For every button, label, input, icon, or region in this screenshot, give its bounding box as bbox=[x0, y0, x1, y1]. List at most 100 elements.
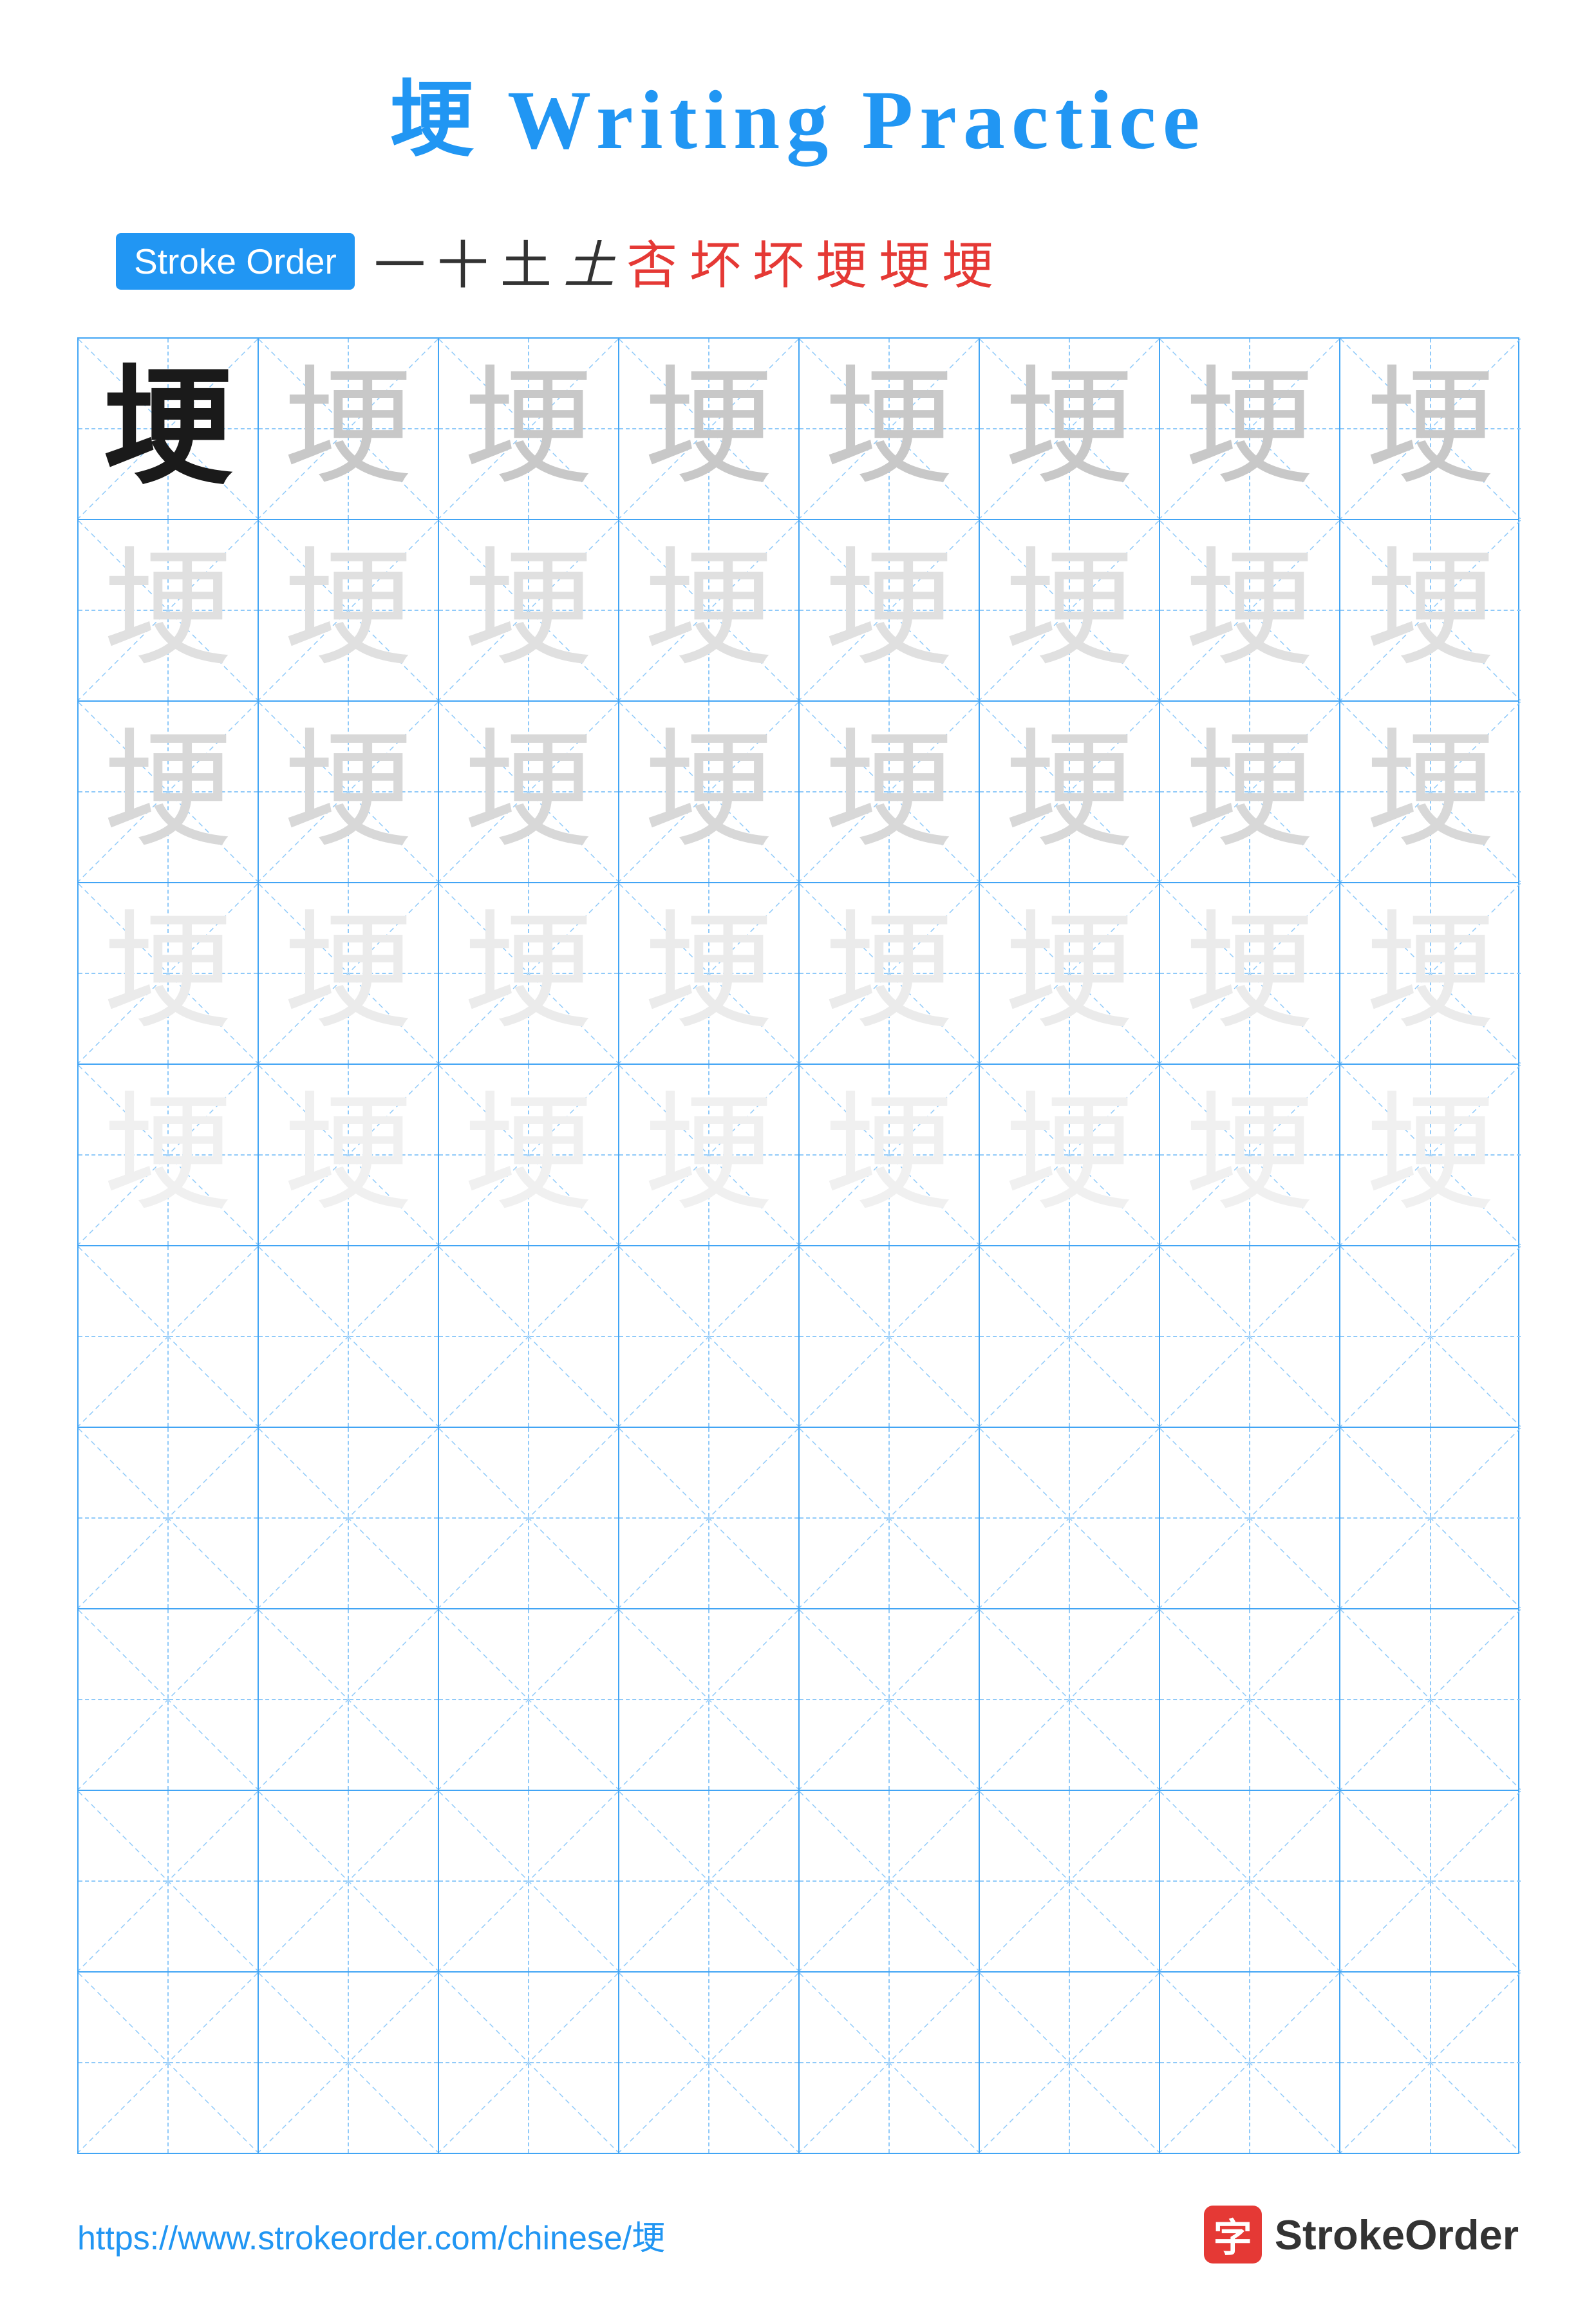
char-display: 埂 bbox=[1004, 546, 1133, 675]
grid-cell: 埂 bbox=[980, 1065, 1160, 1245]
grid-cell: 埂 bbox=[79, 339, 259, 519]
char-display: 埂 bbox=[464, 909, 592, 1038]
grid-cell: 埂 bbox=[1340, 339, 1521, 519]
grid-row-8 bbox=[79, 1609, 1518, 1791]
char-display: 埂 bbox=[1185, 546, 1313, 675]
grid-cell: 埂 bbox=[619, 883, 800, 1064]
char-display: 埂 bbox=[824, 364, 953, 493]
grid-cell: 埂 bbox=[800, 702, 980, 882]
grid-cell: 埂 bbox=[619, 1065, 800, 1245]
grid-cell bbox=[79, 1428, 259, 1608]
grid-cell bbox=[980, 1428, 1160, 1608]
practice-grid: 埂 埂 埂 埂 埂 埂 埂 bbox=[77, 337, 1519, 2154]
grid-cell bbox=[980, 1973, 1160, 2153]
char-display: 埂 bbox=[644, 909, 773, 1038]
grid-cell bbox=[800, 1791, 980, 1971]
char-display: 埂 bbox=[644, 727, 773, 856]
stroke-order-badge: Stroke Order bbox=[116, 233, 355, 290]
grid-cell bbox=[1160, 1428, 1340, 1608]
grid-row-7 bbox=[79, 1428, 1518, 1609]
char-display: 埂 bbox=[464, 1091, 592, 1219]
grid-cell bbox=[79, 1246, 259, 1427]
grid-cell: 埂 bbox=[980, 883, 1160, 1064]
grid-cell bbox=[79, 1973, 259, 2153]
stroke-2: 十 bbox=[437, 224, 489, 299]
grid-cell bbox=[259, 1973, 439, 2153]
char-display: 埂 bbox=[103, 546, 232, 675]
grid-cell bbox=[1340, 1246, 1521, 1427]
grid-cell bbox=[259, 1428, 439, 1608]
stroke-10: 埂 bbox=[942, 224, 993, 299]
char-display: 埂 bbox=[464, 364, 592, 493]
brand-name: StrokeOrder bbox=[1275, 2211, 1519, 2259]
stroke-3: 土 bbox=[500, 224, 552, 299]
grid-cell: 埂 bbox=[1160, 1065, 1340, 1245]
grid-cell: 埂 bbox=[1340, 702, 1521, 882]
grid-cell bbox=[1340, 1428, 1521, 1608]
grid-cell: 埂 bbox=[619, 702, 800, 882]
grid-row-2: 埂 埂 埂 埂 埂 埂 埂 bbox=[79, 520, 1518, 702]
grid-cell bbox=[800, 1609, 980, 1790]
char-display: 埂 bbox=[1185, 364, 1313, 493]
stroke-order-chars: 一 十 土 土 㕻 坏 坏 埂 埂 埂 bbox=[374, 224, 993, 299]
grid-cell: 埂 bbox=[79, 520, 259, 700]
char-display: 埂 bbox=[1366, 364, 1494, 493]
grid-row-10 bbox=[79, 1973, 1518, 2153]
grid-cell bbox=[980, 1246, 1160, 1427]
grid-cell bbox=[1160, 1246, 1340, 1427]
grid-cell bbox=[619, 1973, 800, 2153]
grid-cell: 埂 bbox=[1160, 520, 1340, 700]
grid-cell bbox=[439, 1246, 619, 1427]
grid-cell bbox=[259, 1246, 439, 1427]
char-display: 埂 bbox=[283, 546, 412, 675]
grid-cell bbox=[439, 1791, 619, 1971]
char-display: 埂 bbox=[644, 1091, 773, 1219]
grid-cell: 埂 bbox=[800, 883, 980, 1064]
grid-cell bbox=[800, 1973, 980, 2153]
grid-cell: 埂 bbox=[800, 1065, 980, 1245]
char-display: 埂 bbox=[283, 1091, 412, 1219]
grid-cell bbox=[439, 1609, 619, 1790]
grid-row-4: 埂 埂 埂 埂 埂 埂 埂 bbox=[79, 883, 1518, 1065]
char-display: 埂 bbox=[283, 727, 412, 856]
grid-cell bbox=[1160, 1609, 1340, 1790]
grid-row-9 bbox=[79, 1791, 1518, 1973]
char-display: 埂 bbox=[1366, 909, 1494, 1038]
grid-cell bbox=[439, 1428, 619, 1608]
grid-cell bbox=[1340, 1791, 1521, 1971]
grid-cell bbox=[980, 1609, 1160, 1790]
stroke-1: 一 bbox=[374, 224, 426, 299]
char-display: 埂 bbox=[283, 364, 412, 493]
char-display: 埂 bbox=[644, 364, 773, 493]
char-display: 埂 bbox=[103, 1091, 232, 1219]
footer-url[interactable]: https://www.strokeorder.com/chinese/埂 bbox=[77, 2211, 665, 2259]
grid-cell bbox=[1340, 1609, 1521, 1790]
char-display: 埂 bbox=[1185, 1091, 1313, 1219]
footer-brand: 字 StrokeOrder bbox=[1204, 2206, 1519, 2263]
char-display: 埂 bbox=[1004, 909, 1133, 1038]
brand-icon: 字 bbox=[1204, 2206, 1262, 2263]
stroke-9: 埂 bbox=[879, 224, 930, 299]
grid-cell bbox=[259, 1609, 439, 1790]
char-display: 埂 bbox=[1366, 546, 1494, 675]
grid-cell: 埂 bbox=[259, 883, 439, 1064]
grid-cell bbox=[1160, 1791, 1340, 1971]
grid-cell bbox=[79, 1791, 259, 1971]
brand-char: 字 bbox=[1214, 2207, 1252, 2263]
grid-cell bbox=[619, 1246, 800, 1427]
char-display: 埂 bbox=[103, 727, 232, 856]
grid-cell bbox=[1340, 1973, 1521, 2153]
grid-cell: 埂 bbox=[259, 702, 439, 882]
char-display: 埂 bbox=[1366, 727, 1494, 856]
char-display: 埂 bbox=[824, 1091, 953, 1219]
grid-cell: 埂 bbox=[1160, 883, 1340, 1064]
char-display: 埂 bbox=[1004, 364, 1133, 493]
grid-cell: 埂 bbox=[439, 520, 619, 700]
char-display: 埂 bbox=[824, 546, 953, 675]
char-display: 埂 bbox=[824, 909, 953, 1038]
grid-cell bbox=[800, 1428, 980, 1608]
stroke-5: 㕻 bbox=[626, 224, 678, 299]
char-display: 埂 bbox=[1185, 909, 1313, 1038]
grid-cell bbox=[619, 1609, 800, 1790]
grid-cell: 埂 bbox=[259, 339, 439, 519]
